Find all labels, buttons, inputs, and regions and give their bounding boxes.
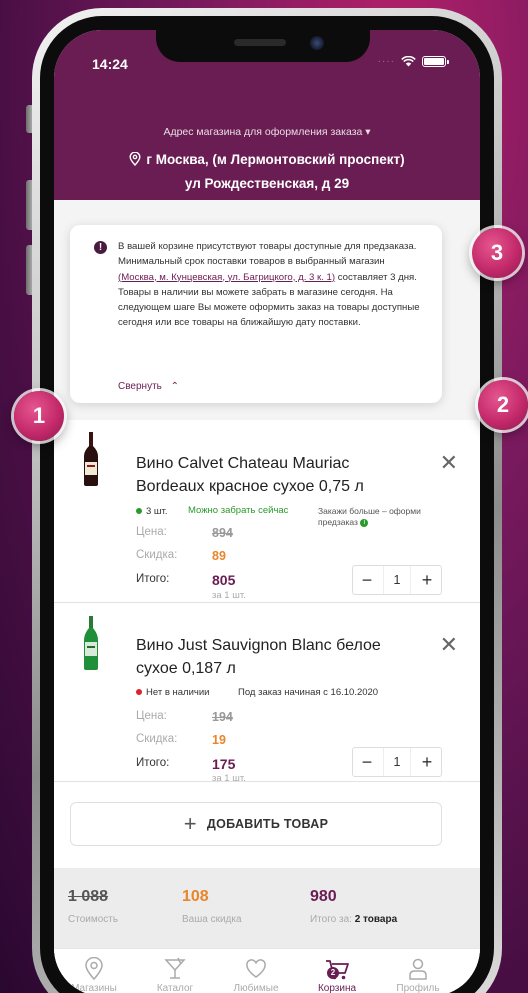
stock-count: 3 шт. xyxy=(146,506,168,517)
quantity-value: 1 xyxy=(383,566,411,594)
decrease-button[interactable]: − xyxy=(353,566,381,594)
callout-marker-2: 2 xyxy=(478,380,528,430)
total-discount: 108 xyxy=(182,888,209,905)
tab-profile-label: Профиль xyxy=(396,983,440,993)
price-value: 194 xyxy=(212,710,233,724)
red-wine-bottle-icon xyxy=(84,432,98,486)
decrease-button[interactable]: − xyxy=(353,748,381,776)
quantity-stepper[interactable]: − 1 + xyxy=(352,747,442,777)
quantity-value: 1 xyxy=(383,748,411,776)
total-label: Итого: xyxy=(136,573,170,585)
remove-item-icon[interactable]: ✕ xyxy=(440,452,458,474)
order-total: 980 xyxy=(310,888,337,905)
store-address-caption: Адрес магазина для оформления заказа xyxy=(163,126,363,138)
quantity-stepper[interactable]: − 1 + xyxy=(352,565,442,595)
signal-dots: ···· xyxy=(377,56,395,67)
total-value: 805 xyxy=(212,572,236,588)
preorder-notice: ! В вашей корзине присутствуют товары до… xyxy=(70,225,442,403)
add-product-button[interactable]: + ДОБАВИТЬ ТОВАР xyxy=(70,802,442,846)
tab-cart-label: Корзина xyxy=(317,983,357,993)
battery-icon xyxy=(422,56,449,67)
white-wine-bottle-icon xyxy=(84,616,98,670)
price-label: Цена: xyxy=(136,526,167,538)
tab-bar: Магазины Каталог Любимые 2 Корзина Профи… xyxy=(54,948,480,993)
notice-text-before: В вашей корзине присутствуют товары дост… xyxy=(118,241,417,268)
info-icon: i xyxy=(360,518,369,527)
price-value: 894 xyxy=(212,526,233,540)
cart-item: Вино Just Sauvignon Blanc белое сухое 0,… xyxy=(54,604,480,784)
total-cost: 1 088 xyxy=(68,888,109,905)
location-pin-icon xyxy=(129,151,141,167)
discount-label: Скидка: xyxy=(136,549,178,561)
tab-profile[interactable]: Профиль xyxy=(378,957,458,993)
phone-frame: 14:24 ···· Адрес магазина для оформления… xyxy=(32,8,502,993)
order-totals: 1 088 Стоимость 108 Ваша скидка 980 Итог… xyxy=(54,868,480,948)
total-value: 175 xyxy=(212,756,236,772)
product-name[interactable]: Вино Just Sauvignon Blanc белое сухое 0,… xyxy=(136,634,404,680)
increase-button[interactable]: + xyxy=(413,748,441,776)
callout-marker-1: 1 xyxy=(14,391,64,441)
store-address-line2: ул Рождественская, д 29 xyxy=(184,176,350,191)
cart-item: Вино Calvet Chateau Mauriac Bordeaux кра… xyxy=(54,420,480,603)
collapse-button[interactable]: Свернуть ⌃ xyxy=(118,381,179,392)
tab-favorites-label: Любимые xyxy=(233,983,279,993)
callout-marker-3: 3 xyxy=(472,228,522,278)
status-icons: ···· xyxy=(377,56,449,67)
per-unit-label: за 1 шт. xyxy=(212,590,246,601)
store-address-selector[interactable]: Адрес магазина для оформления заказа ▾ xyxy=(54,126,480,138)
preorder-hint[interactable]: Закажи больше – оформи предзаказ i xyxy=(318,506,458,528)
chevron-up-icon: ⌃ xyxy=(170,381,180,392)
preorder-hint-text: Закажи больше – оформи предзаказ xyxy=(318,506,421,527)
speaker xyxy=(234,39,286,46)
address-line1-text: г Москва, (м Лермонтовский проспект) xyxy=(146,152,405,167)
discount-label: Скидка: xyxy=(136,733,178,745)
store-address-line1[interactable]: г Москва, (м Лермонтовский проспект) xyxy=(54,151,480,167)
notch xyxy=(156,30,370,62)
phone-bezel: 14:24 ···· Адрес магазина для оформления… xyxy=(40,16,494,993)
stock-dot xyxy=(136,508,142,515)
notice-store-link[interactable]: (Москва, м. Кунцевская, ул. Багрицкого, … xyxy=(118,272,335,283)
total-discount-label: Ваша скидка xyxy=(182,914,242,925)
wifi-icon xyxy=(401,56,416,67)
cart-count-badge: 2 xyxy=(327,967,339,979)
remove-item-icon[interactable]: ✕ xyxy=(440,634,458,656)
tab-shops-label: Магазины xyxy=(71,983,117,993)
tab-shops[interactable]: Магазины xyxy=(54,957,134,993)
plus-icon: + xyxy=(183,811,197,836)
cocktail-glass-icon xyxy=(164,957,186,979)
person-icon xyxy=(409,958,427,980)
heart-icon xyxy=(246,959,266,978)
tab-catalog-label: Каталог xyxy=(156,983,194,993)
exclamation-icon: ! xyxy=(94,241,107,254)
stock-dot xyxy=(136,689,142,696)
map-pin-icon xyxy=(85,957,103,981)
notice-text: В вашей корзине присутствуют товары дост… xyxy=(118,239,424,331)
stock-status: 3 шт. xyxy=(136,506,167,517)
stock-text: Нет в наличии xyxy=(146,687,210,698)
total-cost-label: Стоимость xyxy=(68,914,119,925)
price-label: Цена: xyxy=(136,710,167,722)
product-name[interactable]: Вино Calvet Chateau Mauriac Bordeaux кра… xyxy=(136,452,404,498)
increase-button[interactable]: + xyxy=(413,566,441,594)
tab-catalog[interactable]: Каталог xyxy=(135,957,215,993)
caret-down-icon: ▾ xyxy=(365,126,371,138)
order-date-note: Под заказ начиная с 16.10.2020 xyxy=(238,687,379,698)
camera xyxy=(310,36,324,50)
order-item-count: 2 товара xyxy=(354,914,398,925)
discount-value: 19 xyxy=(212,733,226,747)
pickup-status: Можно забрать сейчас xyxy=(188,505,289,516)
order-total-label: Итого за: 2 товара xyxy=(310,914,397,925)
tab-cart[interactable]: 2 Корзина xyxy=(297,957,377,993)
tab-favorites[interactable]: Любимые xyxy=(216,957,296,993)
app-screen: 14:24 ···· Адрес магазина для оформления… xyxy=(54,30,480,993)
status-time: 14:24 xyxy=(92,56,128,72)
discount-value: 89 xyxy=(212,549,226,563)
order-total-caption: Итого за: xyxy=(310,914,352,925)
collapse-label: Свернуть xyxy=(118,381,162,392)
total-label: Итого: xyxy=(136,757,170,769)
per-unit-label: за 1 шт. xyxy=(212,773,246,784)
add-product-label: ДОБАВИТЬ ТОВАР xyxy=(206,817,329,831)
stock-status: Нет в наличии xyxy=(136,687,209,698)
